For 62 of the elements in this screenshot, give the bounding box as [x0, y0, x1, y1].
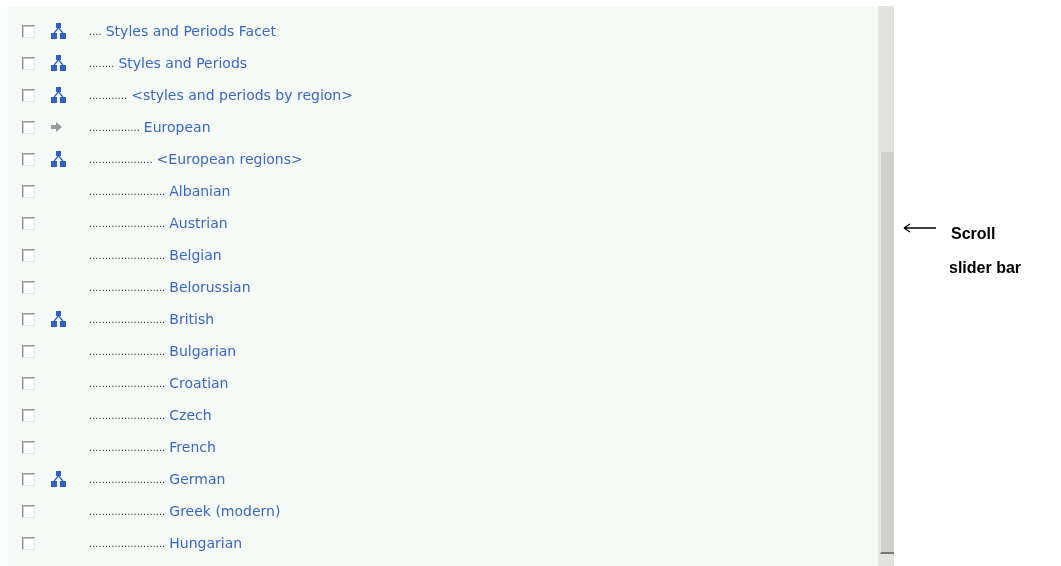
term-link[interactable]: Belgian: [169, 247, 222, 263]
term-link[interactable]: French: [169, 439, 216, 455]
dot-leader: ........................: [89, 185, 166, 197]
term-link[interactable]: European: [143, 119, 211, 135]
scroll-thumb[interactable]: [880, 152, 894, 554]
term-link[interactable]: Bulgarian: [169, 343, 237, 359]
annotation-text: slider bar: [949, 258, 1022, 278]
dot-leader: ............: [89, 89, 128, 101]
term-link[interactable]: Styles and Periods: [118, 55, 248, 71]
dot-leader: ........................: [89, 377, 166, 389]
term-link[interactable]: Hungarian: [169, 535, 243, 551]
dot-leader: ................: [89, 121, 140, 133]
dot-leader: ........: [89, 57, 115, 69]
dot-leader: ....................: [89, 153, 153, 165]
checkbox[interactable]: [22, 152, 35, 166]
term-link[interactable]: Austrian: [169, 215, 228, 231]
hierarchy-icon[interactable]: [51, 151, 66, 167]
checkbox[interactable]: [22, 120, 35, 134]
checkbox[interactable]: [22, 472, 35, 486]
term-link[interactable]: British: [169, 311, 215, 327]
term-link[interactable]: <styles and periods by region>: [131, 87, 353, 103]
term-link[interactable]: Greek (modern): [169, 503, 281, 519]
checkbox[interactable]: [22, 184, 35, 198]
dot-leader: ........................: [89, 409, 166, 421]
dot-leader: ........................: [89, 505, 166, 517]
term-link[interactable]: <European regions>: [156, 151, 303, 167]
term-link[interactable]: Croatian: [169, 375, 229, 391]
checkbox[interactable]: [22, 408, 35, 422]
dot-leader: ........................: [89, 249, 166, 261]
hierarchy-icon[interactable]: [51, 55, 66, 71]
term-link[interactable]: Czech: [169, 407, 212, 423]
dot-leader: ........................: [89, 313, 166, 325]
arrow-right-icon[interactable]: [51, 122, 62, 132]
checkbox[interactable]: [22, 248, 35, 262]
dot-leader: ........................: [89, 537, 166, 549]
checkbox[interactable]: [22, 280, 35, 294]
checkbox[interactable]: [22, 24, 35, 38]
dot-leader: ........................: [89, 441, 166, 453]
checkbox[interactable]: [22, 88, 35, 102]
checkbox[interactable]: [22, 440, 35, 454]
checkbox[interactable]: [22, 504, 35, 518]
dot-leader: ....: [89, 25, 102, 37]
checkbox[interactable]: [22, 56, 35, 70]
arrow-icon: [903, 223, 937, 233]
term-link[interactable]: German: [169, 471, 226, 487]
term-link[interactable]: Belorussian: [169, 279, 251, 295]
dot-leader: ........................: [89, 473, 166, 485]
term-link[interactable]: Albanian: [169, 183, 231, 199]
checkbox[interactable]: [22, 312, 35, 326]
hierarchy-icon[interactable]: [51, 87, 66, 103]
checkbox[interactable]: [22, 216, 35, 230]
term-link[interactable]: Styles and Periods Facet: [105, 23, 276, 39]
hierarchy-icon[interactable]: [51, 471, 66, 487]
hierarchy-icon[interactable]: [51, 23, 66, 39]
checkbox[interactable]: [22, 536, 35, 550]
annotation-text: Scroll: [951, 224, 997, 244]
hierarchy-icon[interactable]: [51, 311, 66, 327]
checkbox[interactable]: [22, 376, 35, 390]
dot-leader: ........................: [89, 217, 166, 229]
dot-leader: ........................: [89, 281, 166, 293]
dot-leader: ........................: [89, 345, 166, 357]
checkbox[interactable]: [22, 344, 35, 358]
